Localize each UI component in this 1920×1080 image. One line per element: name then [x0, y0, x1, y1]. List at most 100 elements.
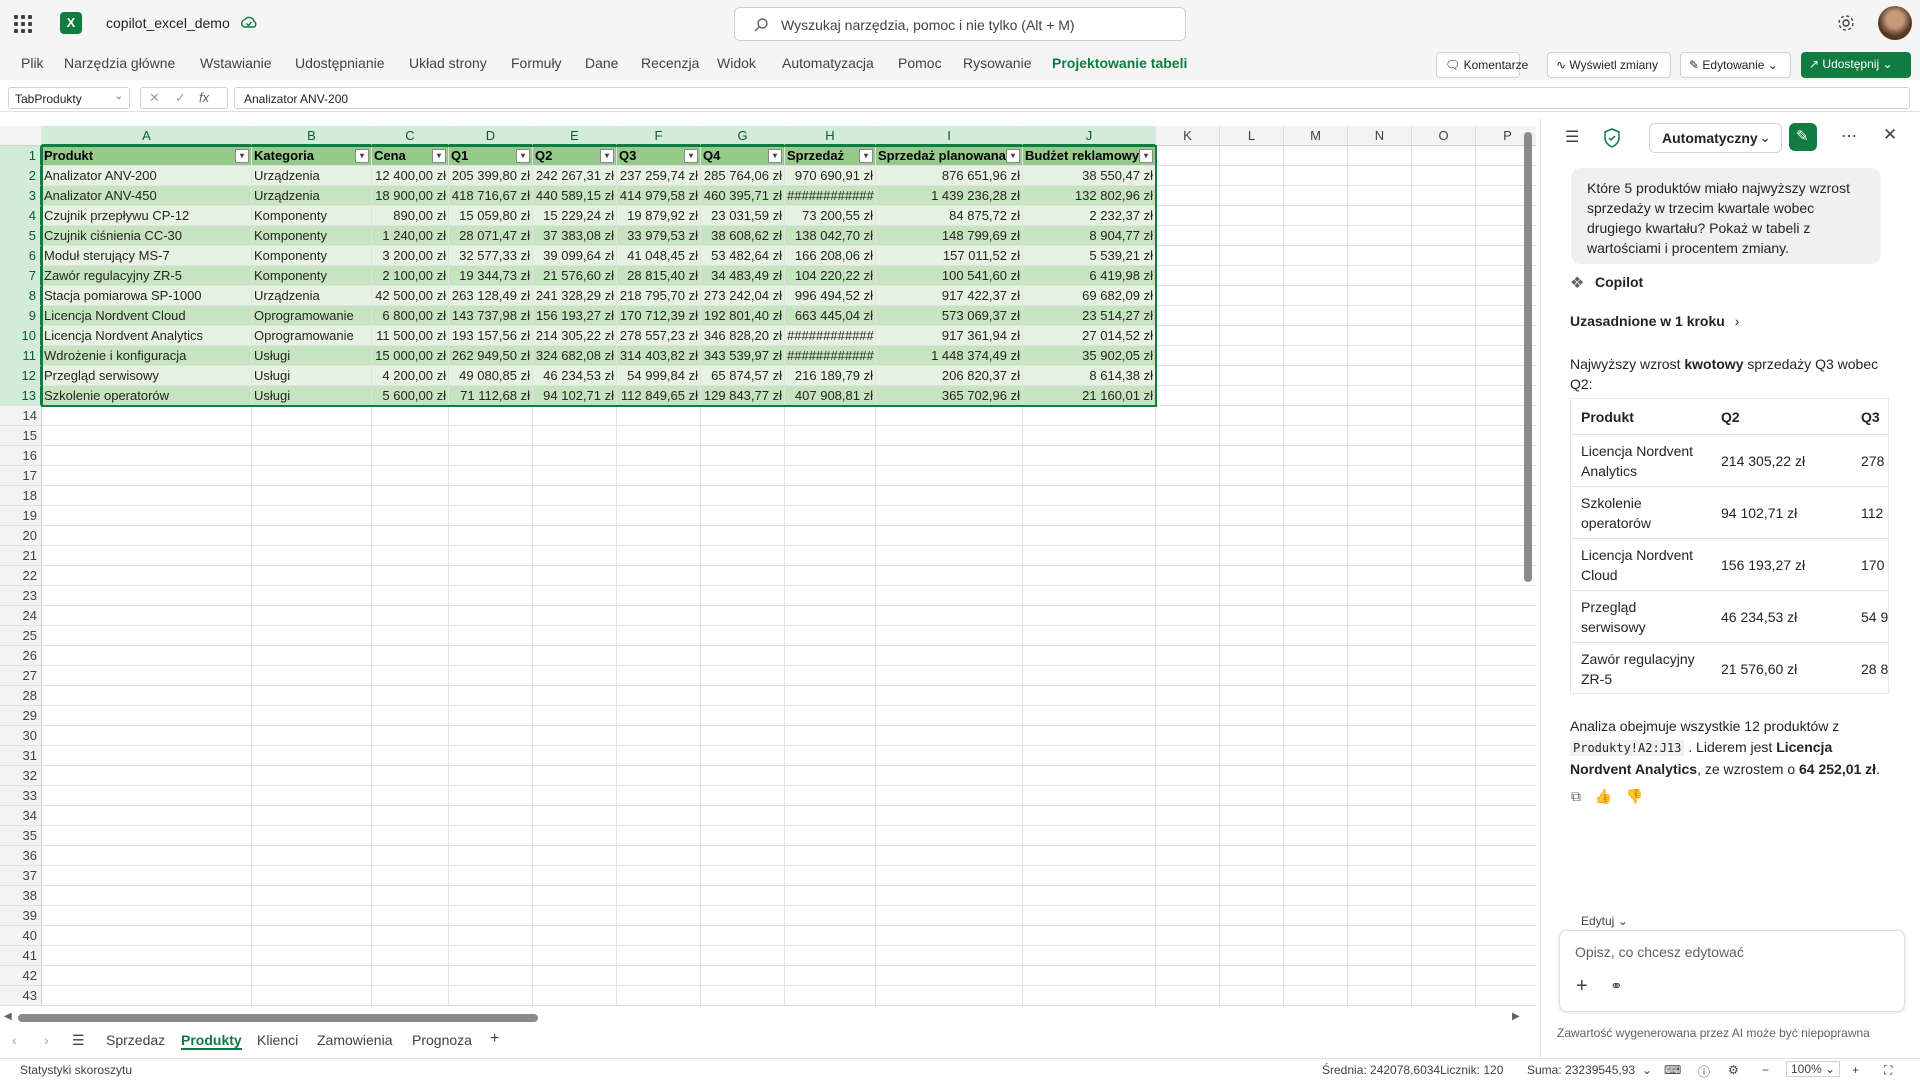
- table-cell[interactable]: 5 539,21 zł: [1023, 246, 1156, 266]
- empty-cell[interactable]: [1412, 726, 1476, 746]
- empty-cell[interactable]: [1023, 426, 1156, 446]
- empty-cell[interactable]: [1156, 626, 1220, 646]
- empty-cell[interactable]: [533, 706, 617, 726]
- table-cell[interactable]: 18 900,00 zł: [372, 186, 449, 206]
- table-cell[interactable]: 112 849,65 zł: [617, 386, 701, 406]
- empty-cell[interactable]: [449, 406, 533, 426]
- empty-cell[interactable]: [1284, 686, 1348, 706]
- column-header-E[interactable]: E: [533, 126, 617, 146]
- empty-cell[interactable]: [1023, 646, 1156, 666]
- table-header-cell[interactable]: Cena ▾: [372, 146, 449, 166]
- empty-cell[interactable]: [785, 866, 876, 886]
- empty-cell[interactable]: [617, 706, 701, 726]
- empty-cell[interactable]: [1412, 746, 1476, 766]
- table-cell[interactable]: ############: [785, 346, 876, 366]
- empty-cell[interactable]: [1476, 706, 1536, 726]
- empty-cell[interactable]: [1023, 886, 1156, 906]
- empty-cell[interactable]: [533, 426, 617, 446]
- column-header-H[interactable]: H: [785, 126, 876, 146]
- table-cell[interactable]: 6 419,98 zł: [1023, 266, 1156, 286]
- empty-cell[interactable]: [372, 806, 449, 826]
- empty-cell[interactable]: [252, 426, 372, 446]
- empty-cell[interactable]: [1412, 886, 1476, 906]
- empty-cell[interactable]: [617, 426, 701, 446]
- tab-produkty[interactable]: Produkty: [181, 1032, 242, 1050]
- row-header[interactable]: 18: [0, 486, 42, 506]
- table-cell[interactable]: Komponenty: [252, 266, 372, 286]
- prev-sheet-icon[interactable]: ‹: [12, 1032, 17, 1048]
- table-cell[interactable]: 1 439 236,28 zł: [876, 186, 1023, 206]
- empty-cell[interactable]: [1023, 446, 1156, 466]
- empty-cell[interactable]: [701, 526, 785, 546]
- empty-cell[interactable]: [42, 866, 252, 886]
- empty-cell[interactable]: [1348, 486, 1412, 506]
- empty-cell[interactable]: [1023, 866, 1156, 886]
- empty-cell[interactable]: [1023, 966, 1156, 986]
- row-header[interactable]: 42: [0, 966, 42, 986]
- empty-cell[interactable]: [533, 986, 617, 1006]
- empty-cell[interactable]: [701, 746, 785, 766]
- empty-cell[interactable]: [42, 466, 252, 486]
- table-cell[interactable]: 996 494,52 zł: [785, 286, 876, 306]
- empty-cell[interactable]: [1476, 986, 1536, 1006]
- empty-cell[interactable]: [533, 686, 617, 706]
- empty-cell[interactable]: [1220, 266, 1284, 286]
- empty-cell[interactable]: [785, 846, 876, 866]
- empty-cell[interactable]: [785, 906, 876, 926]
- empty-cell[interactable]: [1476, 686, 1536, 706]
- attach-icon[interactable]: ⚭: [1610, 977, 1623, 995]
- empty-cell[interactable]: [372, 746, 449, 766]
- table-cell[interactable]: Usługi: [252, 346, 372, 366]
- empty-cell[interactable]: [1220, 986, 1284, 1006]
- zoom-level[interactable]: 100% ⌄: [1786, 1061, 1841, 1077]
- empty-cell[interactable]: [1412, 586, 1476, 606]
- empty-cell[interactable]: [1284, 426, 1348, 446]
- table-cell[interactable]: 12 400,00 zł: [372, 166, 449, 186]
- empty-cell[interactable]: [42, 566, 252, 586]
- empty-cell[interactable]: [1156, 266, 1220, 286]
- empty-cell[interactable]: [876, 566, 1023, 586]
- table-cell[interactable]: 143 737,98 zł: [449, 306, 533, 326]
- empty-cell[interactable]: [1284, 886, 1348, 906]
- empty-cell[interactable]: [1220, 866, 1284, 886]
- empty-cell[interactable]: [252, 646, 372, 666]
- empty-cell[interactable]: [617, 806, 701, 826]
- empty-cell[interactable]: [1023, 986, 1156, 1006]
- empty-cell[interactable]: [1220, 206, 1284, 226]
- empty-cell[interactable]: [876, 666, 1023, 686]
- menu-insert[interactable]: Wstawianie: [200, 55, 272, 71]
- empty-cell[interactable]: [372, 986, 449, 1006]
- table-cell[interactable]: Urządzenia: [252, 186, 372, 206]
- empty-cell[interactable]: [1284, 966, 1348, 986]
- empty-cell[interactable]: [372, 726, 449, 746]
- empty-cell[interactable]: [1412, 466, 1476, 486]
- empty-cell[interactable]: [1348, 646, 1412, 666]
- table-header-cell[interactable]: Budżet reklamowy ▾: [1023, 146, 1156, 166]
- table-cell[interactable]: Przegląd serwisowy: [42, 366, 252, 386]
- empty-cell[interactable]: [372, 466, 449, 486]
- thumbs-up-icon[interactable]: 👍: [1595, 788, 1612, 804]
- table-cell[interactable]: Oprogramowanie: [252, 326, 372, 346]
- empty-cell[interactable]: [42, 886, 252, 906]
- empty-cell[interactable]: [617, 566, 701, 586]
- confirm-icon[interactable]: ✓: [175, 90, 186, 106]
- row-header[interactable]: 20: [0, 526, 42, 546]
- table-cell[interactable]: Stacja pomiarowa SP-1000: [42, 286, 252, 306]
- table-cell[interactable]: 285 764,06 zł: [701, 166, 785, 186]
- empty-cell[interactable]: [372, 946, 449, 966]
- empty-cell[interactable]: [42, 586, 252, 606]
- empty-cell[interactable]: [449, 986, 533, 1006]
- help-icon[interactable]: ⓘ: [1698, 1063, 1710, 1080]
- table-cell[interactable]: 206 820,37 zł: [876, 366, 1023, 386]
- empty-cell[interactable]: [617, 866, 701, 886]
- empty-cell[interactable]: [701, 706, 785, 726]
- empty-cell[interactable]: [449, 646, 533, 666]
- empty-cell[interactable]: [1023, 486, 1156, 506]
- empty-cell[interactable]: [533, 666, 617, 686]
- table-cell[interactable]: Usługi: [252, 386, 372, 406]
- empty-cell[interactable]: [1156, 406, 1220, 426]
- empty-cell[interactable]: [449, 706, 533, 726]
- column-header-J[interactable]: J: [1023, 126, 1156, 146]
- empty-cell[interactable]: [449, 686, 533, 706]
- empty-cell[interactable]: [252, 446, 372, 466]
